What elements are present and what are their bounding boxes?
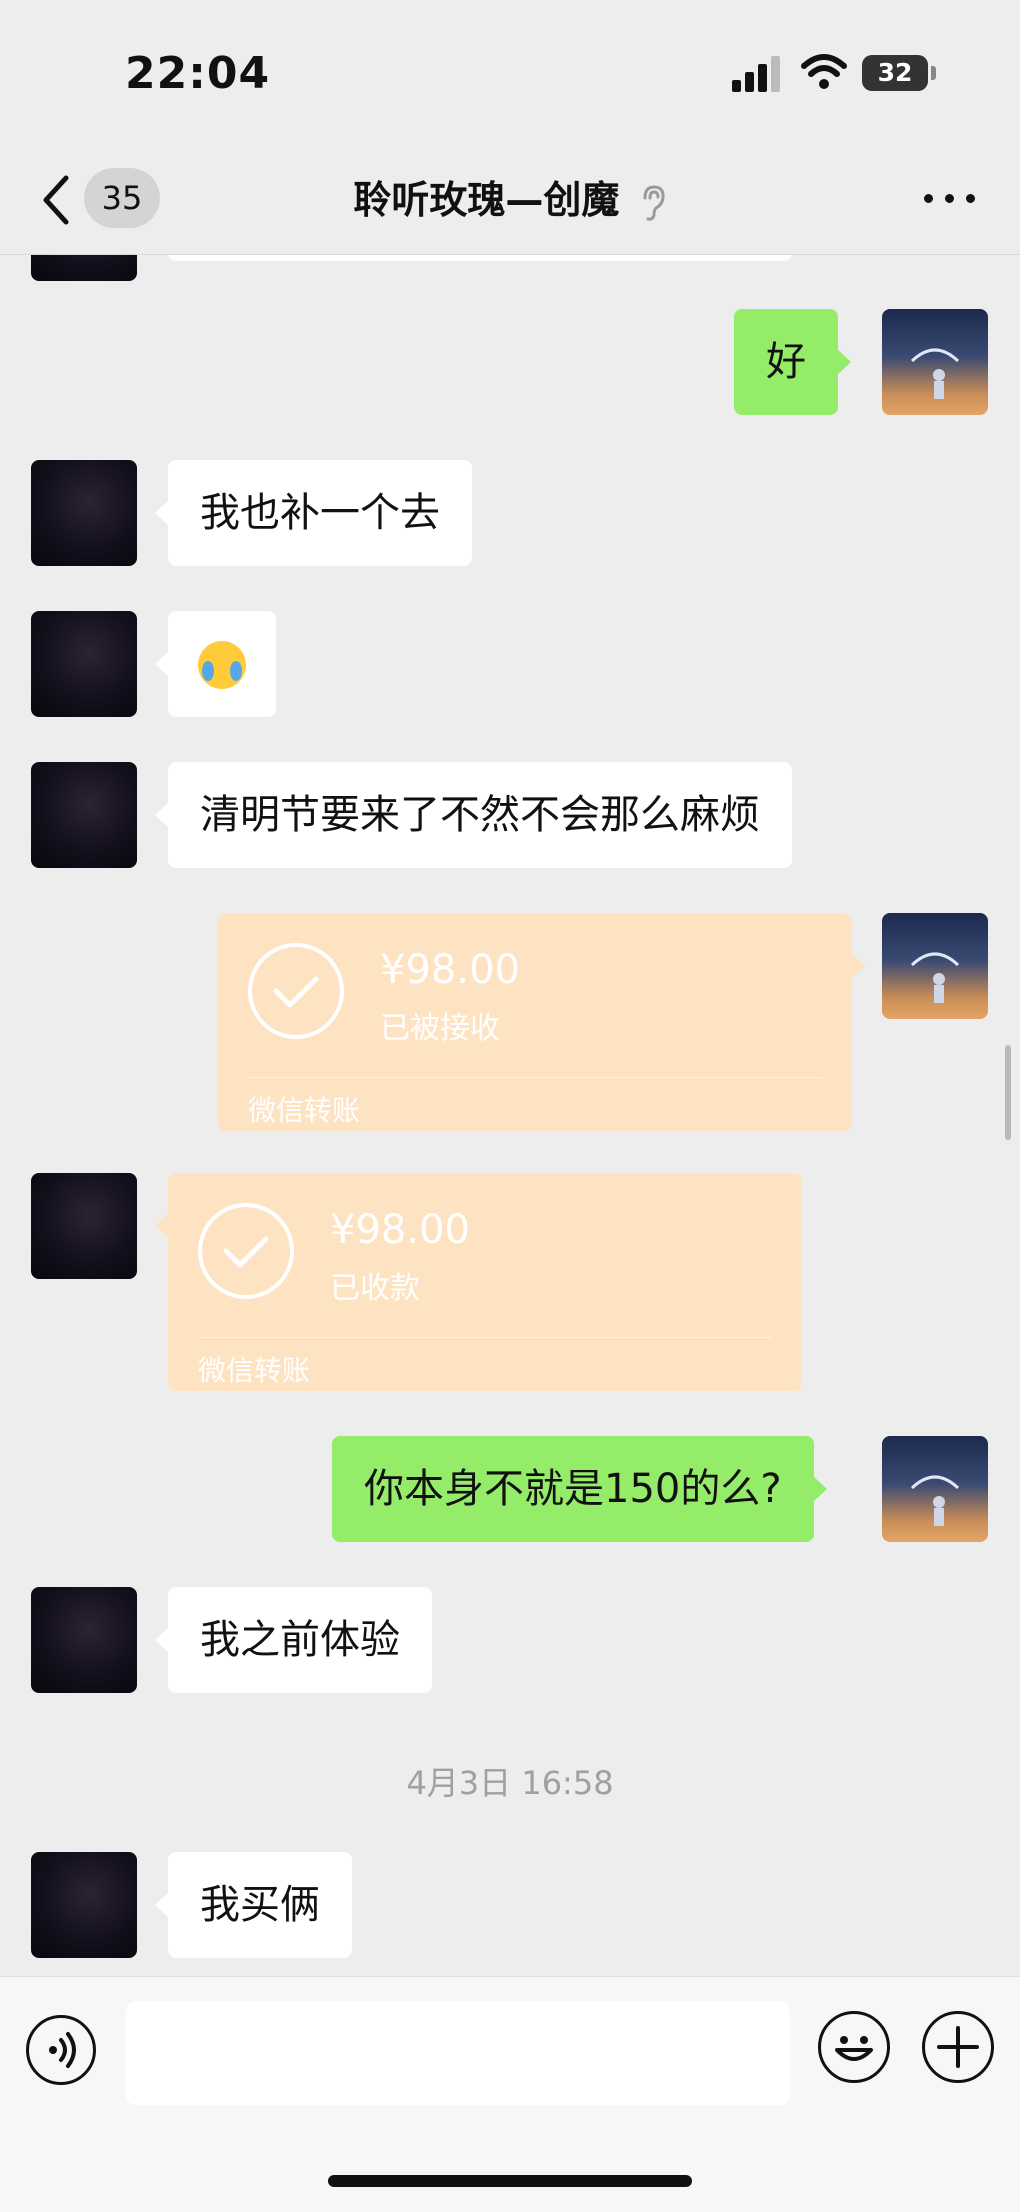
astronaut-image: [910, 348, 960, 399]
message-bubble-self[interactable]: 你本身不就是150的么?: [332, 1436, 827, 1542]
unread-count-badge[interactable]: 35: [84, 168, 160, 228]
message-bubble-partial: [168, 255, 792, 261]
contact-avatar[interactable]: [31, 1852, 137, 1958]
chat-title-container[interactable]: 聆听玫瑰—创魔: [200, 170, 820, 230]
transfer-label: 微信转账: [248, 1094, 361, 1127]
battery-icon: 32: [862, 55, 928, 91]
message-bubble-contact[interactable]: 清明节要来了不然不会那么麻烦: [155, 762, 792, 868]
emoji-message-bubble[interactable]: [155, 611, 276, 717]
scrollbar[interactable]: [1005, 1045, 1011, 1140]
contact-avatar[interactable]: [31, 460, 137, 566]
plus-icon[interactable]: [922, 2011, 994, 2083]
check-circle-icon: [198, 1203, 294, 1299]
self-avatar[interactable]: [882, 913, 988, 1019]
divider: [248, 1077, 822, 1078]
transfer-label: 微信转账: [198, 1354, 311, 1387]
contact-avatar[interactable]: [31, 255, 137, 281]
contact-avatar[interactable]: [31, 1173, 137, 1279]
status-time: 22:04: [125, 48, 271, 99]
chat-header: 35 聆听玫瑰—创魔: [0, 150, 1020, 255]
chat-title: 聆听玫瑰—创魔: [353, 178, 620, 222]
message-bubble-contact[interactable]: 我之前体验: [155, 1587, 432, 1693]
voice-icon[interactable]: [26, 2015, 96, 2085]
transfer-status: 已被接收: [380, 1011, 500, 1046]
check-circle-icon: [248, 943, 344, 1039]
wifi-icon: [801, 54, 847, 89]
ear-icon: [643, 184, 665, 221]
transfer-amount: ¥98.00: [330, 1207, 470, 1253]
transfer-amount: ¥98.00: [380, 947, 520, 993]
contact-avatar[interactable]: [31, 1587, 137, 1693]
more-dots-icon[interactable]: [920, 188, 980, 208]
message-timestamp: 4月3日 16:58: [406, 1764, 614, 1802]
transfer-card-self[interactable]: ¥98.00 已被接收 微信转账: [218, 913, 865, 1131]
self-avatar[interactable]: [882, 309, 988, 415]
contact-avatar[interactable]: [31, 611, 137, 717]
message-bubble-self[interactable]: 好: [734, 309, 851, 415]
cellular-signal-icon: [732, 56, 782, 92]
home-indicator[interactable]: [328, 2175, 692, 2187]
transfer-status: 已收款: [330, 1271, 420, 1306]
transfer-card-contact[interactable]: ¥98.00 已收款 微信转账: [155, 1173, 802, 1391]
emoji-icon[interactable]: [818, 2011, 890, 2083]
facepalm-emoji-icon: [198, 641, 246, 689]
status-bar: 22:04 32: [0, 0, 1020, 150]
back-chevron-icon[interactable]: [36, 170, 76, 230]
divider: [198, 1337, 772, 1338]
contact-avatar[interactable]: [31, 762, 137, 868]
astronaut-image: [910, 952, 960, 1003]
message-bubble-contact[interactable]: 我也补一个去: [155, 460, 472, 566]
self-avatar[interactable]: [882, 1436, 988, 1542]
message-input[interactable]: [126, 2001, 790, 2105]
message-list[interactable]: 好 我也补一个去 清明节要来了不然不会那么麻烦 ¥98.00 已被接收 微信转账: [0, 255, 1020, 1975]
astronaut-image: [910, 1475, 960, 1526]
message-bubble-contact[interactable]: 我买俩: [155, 1852, 352, 1958]
battery-cap: [931, 66, 936, 80]
